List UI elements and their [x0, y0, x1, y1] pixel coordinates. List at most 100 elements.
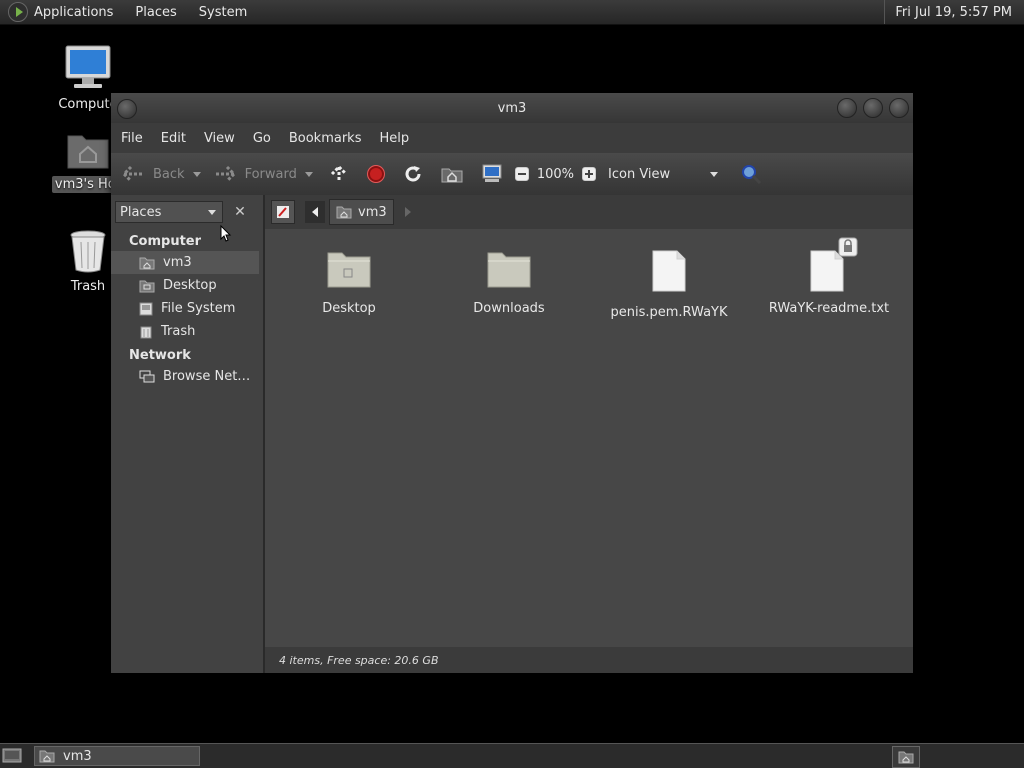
trash-icon	[140, 326, 152, 338]
view-mode-select[interactable]: Icon View	[608, 166, 719, 182]
chevron-left-icon	[312, 207, 318, 217]
zoom-level[interactable]: 100%	[537, 167, 574, 182]
clock[interactable]: Fri Jul 19, 5:57 PM	[884, 0, 1024, 24]
window-content: Places ✕ Computer vm3 Desktop File Syste…	[111, 195, 913, 673]
view-mode-label: Icon View	[608, 166, 671, 182]
distro-logo-icon	[8, 2, 28, 22]
forward-history-caret-icon[interactable]	[304, 171, 313, 177]
chevron-down-icon	[208, 210, 216, 215]
mouse-pointer-icon	[220, 225, 232, 242]
path-scroll-left-button[interactable]	[305, 201, 325, 223]
path-scroll-right-button[interactable]	[398, 201, 418, 223]
menu-view[interactable]: View	[204, 131, 235, 146]
menubar: File Edit View Go Bookmarks Help	[111, 123, 913, 153]
desktop-folder-icon	[327, 252, 371, 288]
window-menu-button[interactable]	[117, 99, 137, 119]
locked-document-icon	[810, 237, 858, 292]
zoom-out-icon[interactable]	[514, 167, 529, 181]
taskbar-item-label: vm3	[63, 748, 92, 764]
toggle-location-entry-button[interactable]	[271, 200, 295, 224]
network-icon	[139, 370, 155, 382]
system-menu-label: System	[198, 4, 248, 20]
places-menu[interactable]: Places	[135, 5, 176, 20]
search-button[interactable]	[740, 163, 762, 185]
home-folder-icon	[67, 135, 109, 169]
sidebar-item-label: Desktop	[163, 278, 217, 293]
folder-icon	[487, 252, 531, 288]
minimize-button[interactable]	[837, 98, 857, 118]
home-folder-icon	[39, 750, 55, 763]
file-name: Downloads	[473, 301, 545, 316]
places-menu-label: Places	[135, 4, 177, 20]
file-item-pem[interactable]: penis.pem.RWaYK	[599, 249, 739, 320]
zoom-in-icon[interactable]	[582, 167, 597, 181]
home-folder-icon	[336, 206, 352, 219]
computer-icon	[65, 45, 111, 88]
menu-edit[interactable]: Edit	[161, 131, 186, 146]
document-icon	[652, 250, 686, 292]
up-button[interactable]	[329, 164, 349, 184]
taskbar-item-vm3[interactable]: vm3	[34, 746, 200, 766]
forward-arrow-icon	[214, 165, 236, 183]
menu-go[interactable]: Go	[253, 131, 271, 146]
sidebar-item-label: Browse Net…	[163, 369, 251, 384]
menu-bookmarks[interactable]: Bookmarks	[289, 131, 362, 146]
computer-icon	[482, 164, 502, 182]
forward-button[interactable]: Forward	[213, 165, 313, 183]
home-icon	[441, 168, 463, 183]
applications-menu[interactable]: Applications	[8, 2, 113, 22]
sidebar: Places ✕ Computer vm3 Desktop File Syste…	[111, 195, 265, 673]
forward-label: Forward	[244, 166, 297, 182]
window-title: vm3	[497, 100, 527, 116]
breadcrumb-label: vm3	[358, 204, 387, 220]
desktop-icon-label: Trash	[70, 279, 106, 294]
file-item-downloads[interactable]: Downloads	[439, 249, 579, 316]
reload-button[interactable]	[403, 164, 423, 184]
reload-icon	[405, 166, 421, 182]
status-bar: 4 items, Free space: 20.6 GB	[265, 647, 913, 673]
sidebar-section-heading: Computer	[129, 234, 202, 249]
sidebar-item-desktop[interactable]: Desktop	[111, 274, 263, 297]
sidebar-item-label: vm3	[163, 255, 192, 270]
zoom-controls: 100%	[514, 167, 597, 182]
menu-file[interactable]: File	[121, 131, 143, 146]
sidebar-item-vm3[interactable]: vm3	[111, 251, 259, 274]
menu-help[interactable]: Help	[379, 131, 409, 146]
file-view[interactable]: Desktop Downloads penis.pem.RWaYK RWaYK-…	[265, 229, 913, 647]
back-button[interactable]: Back	[121, 165, 201, 183]
back-history-caret-icon[interactable]	[192, 171, 201, 177]
file-item-desktop[interactable]: Desktop	[279, 249, 419, 316]
sidebar-item-file-system[interactable]: File System	[111, 297, 263, 320]
sidebar-item-trash[interactable]: Trash	[111, 320, 263, 343]
chevron-right-icon	[404, 207, 411, 217]
applications-menu-label: Applications	[34, 4, 114, 20]
file-name: RWaYK-readme.txt	[768, 301, 890, 316]
home-folder-icon	[139, 257, 155, 269]
close-sidebar-icon[interactable]: ✕	[229, 201, 251, 223]
system-menu[interactable]: System	[199, 5, 247, 20]
file-item-readme[interactable]: RWaYK-readme.txt	[759, 237, 899, 316]
home-button[interactable]	[441, 165, 463, 183]
show-desktop-button[interactable]	[2, 746, 22, 768]
stop-button[interactable]	[366, 165, 385, 183]
toolbar: Back Forward 100% Icon View	[111, 153, 913, 196]
titlebar[interactable]: vm3	[111, 93, 913, 123]
top-panel: Applications Places System Fri Jul 19, 5…	[0, 0, 1024, 25]
sidebar-item-browse-network[interactable]: Browse Net…	[111, 365, 263, 388]
sidebar-item-label: Trash	[161, 324, 196, 339]
stop-icon	[366, 165, 385, 183]
edit-icon	[277, 206, 289, 218]
workspace-switcher[interactable]	[892, 746, 920, 768]
close-button[interactable]	[889, 98, 909, 118]
sidebar-selector[interactable]: Places	[115, 201, 223, 223]
desktop-folder-icon	[139, 280, 155, 292]
sidebar-section-heading: Network	[129, 348, 191, 363]
file-name: penis.pem.RWaYK	[610, 305, 728, 320]
file-manager-window: vm3 File Edit View Go Bookmarks Help Bac…	[111, 93, 913, 673]
home-folder-icon	[898, 751, 914, 764]
chevron-down-icon	[710, 171, 719, 177]
file-name: Desktop	[322, 301, 376, 316]
maximize-button[interactable]	[863, 98, 883, 118]
breadcrumb-vm3[interactable]: vm3	[329, 199, 394, 225]
computer-button[interactable]	[481, 164, 503, 184]
